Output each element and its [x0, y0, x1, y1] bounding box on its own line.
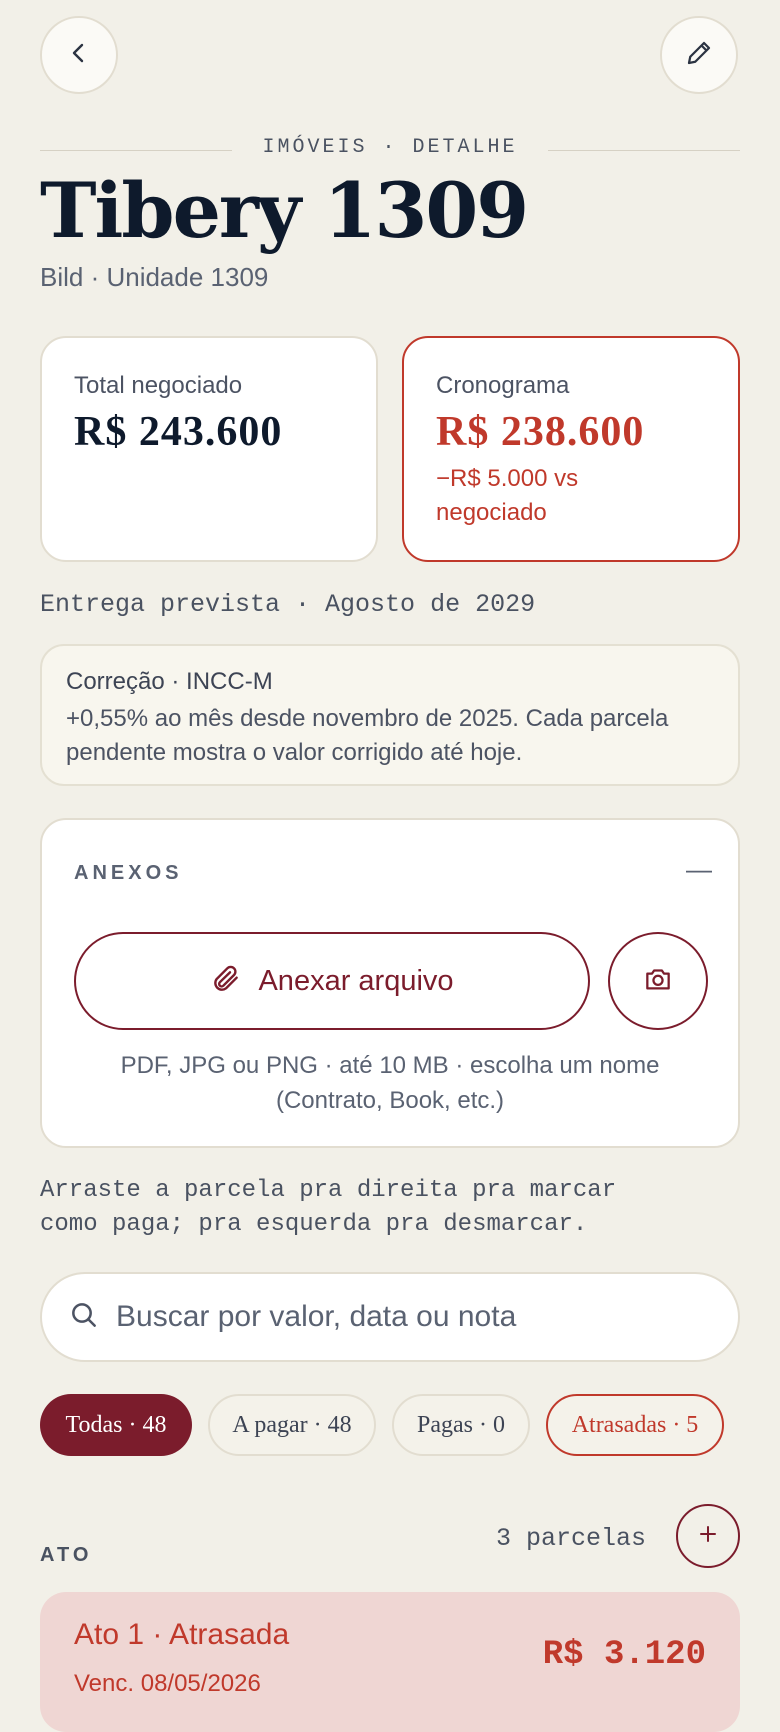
collapse-button[interactable]: —	[686, 854, 712, 885]
correction-line1: +0,55% ao mês desde novembro de 2025. Ca…	[66, 705, 669, 732]
installment-card[interactable]: Ato 1 · Atrasada Venc. 08/05/2026 R$ 3.1…	[40, 1592, 740, 1732]
filter-overdue[interactable]: Atrasadas · 5	[546, 1394, 724, 1456]
installment-amount: R$ 3.120	[542, 1636, 706, 1674]
filter-all[interactable]: Todas · 48	[40, 1394, 192, 1456]
pencil-icon	[684, 38, 714, 73]
swipe-hint-line2: como paga; pra esquerda pra desmarcar.	[40, 1211, 588, 1238]
schedule-total-value: R$ 238.600	[436, 409, 645, 455]
correction-text: +0,55% ao mês desde novembro de 2025. Ca…	[66, 702, 714, 770]
negotiated-total-label: Total negociado	[74, 372, 243, 399]
back-button[interactable]	[40, 16, 118, 94]
plus-icon	[696, 1522, 720, 1551]
schedule-diff-line1: −R$ 5.000 vs	[436, 465, 579, 492]
attachments-hint-line2: (Contrato, Book, etc.)	[275, 1087, 505, 1114]
swipe-hint-line1: Arraste a parcela pra direita pra marcar	[40, 1177, 617, 1204]
filter-to-pay[interactable]: A pagar · 48	[208, 1394, 376, 1456]
camera-icon	[642, 963, 674, 1000]
attach-file-button[interactable]: Anexar arquivo	[74, 932, 590, 1030]
correction-line2: pendente mostra o valor corrigido até ho…	[66, 739, 523, 766]
paperclip-icon	[210, 963, 242, 1000]
edit-button[interactable]	[660, 16, 738, 94]
attach-file-label: Anexar arquivo	[258, 964, 454, 997]
negotiated-total-card: Total negociado R$ 243.600	[40, 336, 378, 562]
search-icon	[68, 1299, 100, 1336]
page-subtitle: Bild · Unidade 1309	[40, 262, 269, 292]
negotiated-total-value: R$ 243.600	[74, 409, 283, 455]
schedule-total-card[interactable]: Cronograma R$ 238.600 −R$ 5.000 vs negoc…	[402, 336, 740, 562]
installment-title: Ato 1 · Atrasada	[74, 1618, 290, 1651]
attachments-panel: ANEXOS — Anexar arquivo PDF, JPG ou PNG …	[40, 818, 740, 1148]
swipe-hint: Arraste a parcela pra direita pra marcar…	[40, 1174, 616, 1242]
schedule-diff-line2: negociado	[436, 499, 547, 526]
schedule-diff: −R$ 5.000 vs negociado	[436, 462, 706, 530]
correction-note: Correção · INCC-M +0,55% ao mês desde no…	[40, 644, 740, 786]
page-kicker: IMÓVEIS · DETALHE	[262, 136, 518, 159]
delivery-date: Entrega prevista · Agosto de 2029	[40, 590, 536, 619]
camera-button[interactable]	[608, 932, 708, 1030]
attachments-hint-line1: PDF, JPG ou PNG · até 10 MB · escolha um…	[120, 1052, 660, 1079]
search-input[interactable]: Buscar por valor, data ou nota	[116, 1300, 516, 1334]
installment-count: 3 parcelas	[496, 1524, 647, 1553]
add-installment-button[interactable]	[676, 1504, 740, 1568]
attachments-hint: PDF, JPG ou PNG · até 10 MB · escolha um…	[42, 1048, 738, 1118]
filter-paid[interactable]: Pagas · 0	[392, 1394, 530, 1456]
section-title: ATO	[40, 1544, 93, 1566]
search-bar[interactable]: Buscar por valor, data ou nota	[40, 1272, 740, 1362]
correction-title: Correção · INCC-M	[66, 668, 273, 695]
page-title: Tibery 1309	[40, 166, 529, 255]
chevron-left-icon	[67, 41, 91, 70]
installment-due: Venc. 08/05/2026	[74, 1670, 261, 1697]
schedule-total-label: Cronograma	[436, 372, 570, 399]
attachments-heading: ANEXOS	[74, 862, 183, 884]
